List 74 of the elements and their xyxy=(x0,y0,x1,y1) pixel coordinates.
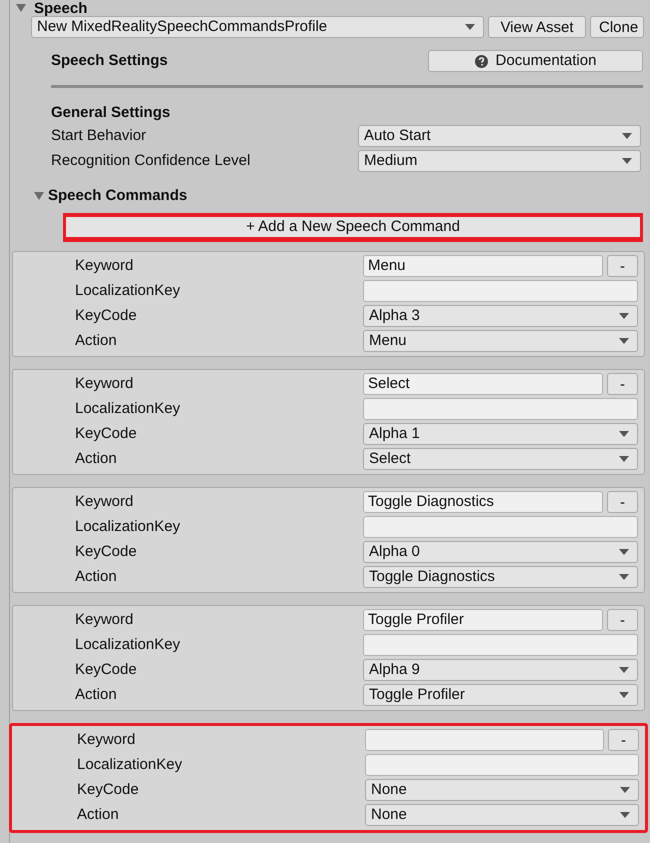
text-field[interactable]: Select xyxy=(363,373,603,395)
field-label: Start Behavior xyxy=(51,126,148,146)
section-heading: Speech Commands xyxy=(48,186,188,206)
dropdown-field[interactable]: Auto Start xyxy=(358,125,641,147)
field-label: Keyword xyxy=(75,374,134,394)
dropdown-caret-icon xyxy=(619,338,629,344)
dropdown-caret-icon xyxy=(619,456,629,462)
dropdown-caret-icon xyxy=(619,313,629,319)
text-field[interactable] xyxy=(365,754,639,776)
dropdown-caret-icon xyxy=(619,667,629,673)
remove-button[interactable]: - xyxy=(607,609,638,631)
text-field[interactable]: Toggle Diagnostics xyxy=(363,491,603,513)
field-label: Action xyxy=(75,330,118,351)
field-label: KeyCode xyxy=(77,780,140,800)
field-label: Keyword xyxy=(75,256,134,276)
dropdown-field[interactable]: Medium xyxy=(358,150,641,172)
toolbar-button[interactable]: Clone xyxy=(590,16,644,38)
dropdown-field[interactable]: Alpha 0 xyxy=(363,541,638,563)
dropdown-caret-icon xyxy=(619,549,629,555)
section-heading: General Settings xyxy=(51,102,172,122)
field-label: LocalizationKey xyxy=(75,634,182,655)
remove-button[interactable]: - xyxy=(607,255,638,277)
text-field[interactable] xyxy=(365,729,604,751)
dropdown-caret-icon xyxy=(620,787,630,793)
dropdown-field[interactable]: Toggle Profiler xyxy=(363,684,638,706)
field-label: Action xyxy=(75,566,118,587)
dropdown-field[interactable]: Alpha 3 xyxy=(363,305,638,327)
dropdown-field[interactable]: None xyxy=(365,804,639,826)
dropdown-field[interactable]: Select xyxy=(363,448,638,470)
text-field[interactable]: Menu xyxy=(363,255,603,277)
field-label: Keyword xyxy=(75,492,134,512)
text-field[interactable] xyxy=(363,398,638,420)
dropdown-caret-icon xyxy=(622,133,632,139)
field-label: KeyCode xyxy=(75,660,138,680)
dropdown-caret-icon xyxy=(465,24,475,30)
dropdown-caret-icon xyxy=(619,574,629,580)
field-label: Keyword xyxy=(77,730,136,750)
field-label: Recognition Confidence Level xyxy=(51,150,252,171)
field-label: LocalizationKey xyxy=(75,280,182,301)
help-icon xyxy=(474,54,488,68)
dropdown-field[interactable]: None xyxy=(365,779,639,801)
field-label: Keyword xyxy=(75,610,134,630)
text-field[interactable]: Toggle Profiler xyxy=(363,609,603,631)
dropdown-field[interactable]: Alpha 9 xyxy=(363,659,638,681)
text-field[interactable] xyxy=(363,516,638,538)
documentation-button[interactable]: Documentation xyxy=(428,50,643,72)
add-command-button[interactable]: + Add a New Speech Command xyxy=(66,217,640,237)
toolbar-button[interactable]: View Asset xyxy=(488,16,586,38)
dropdown-field[interactable]: Toggle Diagnostics xyxy=(363,566,638,588)
dropdown-caret-icon xyxy=(622,158,632,164)
section-title: Speech xyxy=(34,0,88,16)
foldout-triangle-icon[interactable] xyxy=(34,190,44,201)
field-label: LocalizationKey xyxy=(75,516,182,537)
remove-button[interactable]: - xyxy=(608,729,639,751)
field-label: KeyCode xyxy=(75,542,138,562)
remove-button[interactable]: - xyxy=(607,373,638,395)
text-field[interactable] xyxy=(363,280,638,302)
text-field[interactable] xyxy=(363,634,638,656)
dropdown-field[interactable]: Alpha 1 xyxy=(363,423,638,445)
dropdown-caret-icon xyxy=(619,692,629,698)
dropdown-field[interactable]: Menu xyxy=(363,330,638,352)
field-label: Action xyxy=(77,804,120,825)
field-label: Action xyxy=(75,684,118,705)
foldout-triangle-icon[interactable] xyxy=(16,3,26,13)
field-label: KeyCode xyxy=(75,424,138,444)
remove-button[interactable]: - xyxy=(607,491,638,513)
dropdown-caret-icon xyxy=(619,431,629,437)
field-label: Action xyxy=(75,448,118,469)
field-label: LocalizationKey xyxy=(77,754,184,775)
field-label: KeyCode xyxy=(75,306,138,326)
dropdown-caret-icon xyxy=(620,812,630,818)
section-heading: Speech Settings xyxy=(51,51,168,71)
dropdown-field[interactable]: New MixedRealitySpeechCommandsProfile xyxy=(31,16,484,38)
field-label: LocalizationKey xyxy=(75,398,182,419)
